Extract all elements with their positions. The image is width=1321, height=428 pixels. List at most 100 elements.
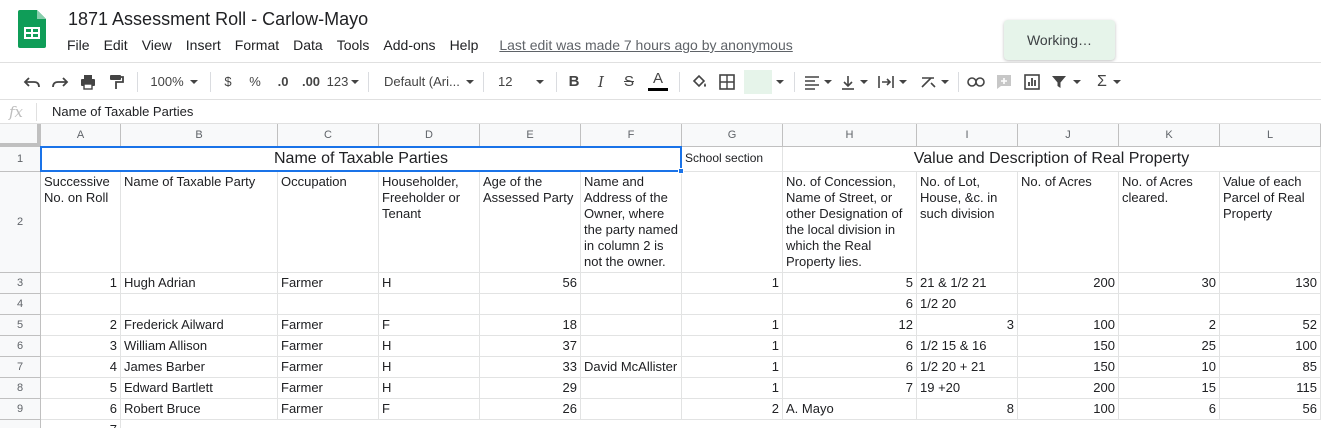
zoom-select[interactable]: 100% [144, 63, 204, 100]
cell-l8[interactable]: 115 [1220, 378, 1321, 399]
menu-insert[interactable]: Insert [179, 35, 228, 55]
row-header-1[interactable]: 1 [0, 147, 41, 172]
cell-d5[interactable]: F [379, 315, 480, 336]
paint-format-icon[interactable] [102, 63, 130, 100]
cell-g6[interactable]: 1 [682, 336, 783, 357]
column-header-c[interactable]: C [278, 124, 379, 147]
merged-cell-taxable-parties[interactable]: Name of Taxable Parties [41, 147, 682, 172]
cell-f9[interactable] [581, 399, 682, 420]
cell-g7[interactable]: 1 [682, 357, 783, 378]
cell-e5[interactable]: 18 [480, 315, 581, 336]
insert-chart-icon[interactable] [1019, 63, 1045, 100]
select-all-corner[interactable] [0, 124, 41, 147]
column-header-g[interactable]: G [682, 124, 783, 147]
cell-d4[interactable] [379, 294, 480, 315]
cell-f5[interactable] [581, 315, 682, 336]
cell-b4[interactable] [121, 294, 278, 315]
cell-h8[interactable]: 7 [783, 378, 917, 399]
cell-b6[interactable]: William Allison [121, 336, 278, 357]
percent-button[interactable]: % [243, 63, 267, 100]
cell-g1-school-section[interactable]: School section [682, 147, 783, 172]
column-title-e[interactable]: Age of the Assessed Party [480, 172, 581, 273]
cell-e3[interactable]: 56 [480, 273, 581, 294]
cell-d3[interactable]: H [379, 273, 480, 294]
cell-e9[interactable]: 26 [480, 399, 581, 420]
decrease-decimal-button[interactable]: .0 [269, 63, 297, 100]
cell-d7[interactable]: H [379, 357, 480, 378]
column-header-e[interactable]: E [480, 124, 581, 147]
currency-button[interactable]: $ [217, 63, 239, 100]
row-header-2[interactable]: 2 [0, 172, 41, 273]
menu-file[interactable]: File [60, 35, 97, 55]
cell-a10-peek[interactable]: 7 [41, 420, 121, 428]
text-wrap-icon[interactable] [872, 63, 912, 100]
cell-j3[interactable]: 200 [1018, 273, 1119, 294]
column-title-a[interactable]: Successive No. on Roll [41, 172, 121, 273]
cell-f7[interactable]: David McAllister [581, 357, 682, 378]
cell-j9[interactable]: 100 [1018, 399, 1119, 420]
document-title[interactable]: 1871 Assessment Roll - Carlow-Mayo [68, 9, 368, 30]
cell-j4[interactable] [1018, 294, 1119, 315]
column-header-l[interactable]: L [1220, 124, 1321, 147]
cell-c4[interactable] [278, 294, 379, 315]
cell-c9[interactable]: Farmer [278, 399, 379, 420]
cell-g8[interactable]: 1 [682, 378, 783, 399]
cell-h9[interactable]: A. Mayo [783, 399, 917, 420]
cell-h7[interactable]: 6 [783, 357, 917, 378]
cell-e4[interactable] [480, 294, 581, 315]
cell-k3[interactable]: 30 [1119, 273, 1220, 294]
last-edit-link[interactable]: Last edit was made 7 hours ago by anonym… [499, 37, 792, 53]
cell-c7[interactable]: Farmer [278, 357, 379, 378]
cell-g9[interactable]: 2 [682, 399, 783, 420]
column-header-i[interactable]: I [917, 124, 1018, 147]
insert-link-icon[interactable] [963, 63, 989, 100]
column-title-c[interactable]: Occupation [278, 172, 379, 273]
cell-d8[interactable]: H [379, 378, 480, 399]
cell-k6[interactable]: 25 [1119, 336, 1220, 357]
cell-k4[interactable] [1119, 294, 1220, 315]
cell-i4[interactable]: 1/2 20 [917, 294, 1018, 315]
cell-b5[interactable]: Frederick Ailward [121, 315, 278, 336]
cell-e6[interactable]: 37 [480, 336, 581, 357]
cell-g4[interactable] [682, 294, 783, 315]
column-header-k[interactable]: K [1119, 124, 1220, 147]
cell-l4[interactable] [1220, 294, 1321, 315]
row-header-peek[interactable] [0, 420, 41, 428]
borders-icon[interactable] [714, 63, 740, 100]
text-rotation-icon[interactable] [914, 63, 954, 100]
menu-help[interactable]: Help [443, 35, 486, 55]
column-title-i[interactable]: No. of Lot, House, &c. in such division [917, 172, 1018, 273]
cell-j6[interactable]: 150 [1018, 336, 1119, 357]
fill-handle[interactable] [678, 168, 684, 174]
cell-i8[interactable]: 19 +20 [917, 378, 1018, 399]
column-header-b[interactable]: B [121, 124, 278, 147]
cell-j7[interactable]: 150 [1018, 357, 1119, 378]
insert-comment-icon[interactable] [991, 63, 1017, 100]
cell-h5[interactable]: 12 [783, 315, 917, 336]
cell-h4[interactable]: 6 [783, 294, 917, 315]
column-title-j[interactable]: No. of Acres [1018, 172, 1119, 273]
menu-format[interactable]: Format [228, 35, 286, 55]
cell-d6[interactable]: H [379, 336, 480, 357]
cell-i3[interactable]: 21 & 1/2 21 [917, 273, 1018, 294]
cell-a5[interactable]: 2 [41, 315, 121, 336]
fill-color-icon[interactable] [686, 63, 712, 100]
cell-c3[interactable]: Farmer [278, 273, 379, 294]
column-title-l[interactable]: Value of each Parcel of Real Property [1220, 172, 1321, 273]
cell-c5[interactable]: Farmer [278, 315, 379, 336]
sheets-logo-icon[interactable] [18, 10, 46, 48]
cell-d9[interactable]: F [379, 399, 480, 420]
increase-decimal-button[interactable]: .00 [297, 63, 325, 100]
cell-a9[interactable]: 6 [41, 399, 121, 420]
column-title-k[interactable]: No. of Acres cleared. [1119, 172, 1220, 273]
row-header-7[interactable]: 7 [0, 357, 41, 378]
cell-l7[interactable]: 85 [1220, 357, 1321, 378]
functions-button[interactable]: Σ [1088, 63, 1130, 100]
horizontal-align-icon[interactable] [800, 63, 836, 100]
merge-cells-button[interactable] [744, 63, 772, 100]
print-icon[interactable] [74, 63, 102, 100]
cell-k8[interactable]: 15 [1119, 378, 1220, 399]
cell-h3[interactable]: 5 [783, 273, 917, 294]
menu-tools[interactable]: Tools [330, 35, 377, 55]
more-formats-button[interactable]: 123 [325, 63, 361, 100]
